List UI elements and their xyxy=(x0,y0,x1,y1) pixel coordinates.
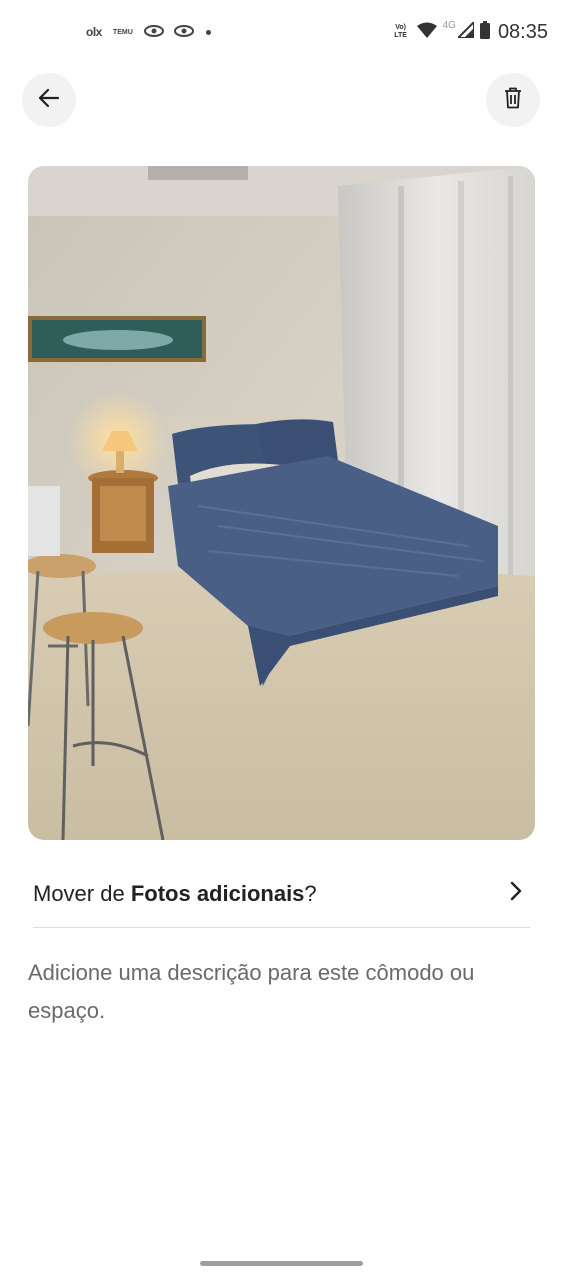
battery-icon xyxy=(479,20,490,44)
room-description-input[interactable]: Adicione uma descrição para este cômodo … xyxy=(28,954,528,1030)
delete-photo-button[interactable] xyxy=(486,73,540,127)
chevron-right-icon xyxy=(506,881,526,901)
eye-notification-icon xyxy=(173,24,194,40)
cell-signal-icon xyxy=(455,19,475,43)
more-notifications-dot-icon xyxy=(205,29,211,35)
eye-notification-icon xyxy=(143,24,164,40)
photo-category-name: Fotos adicionais xyxy=(130,880,305,906)
notification-icons: olx TEMU xyxy=(86,20,211,44)
status-bar: olx TEMU Vo) LTE 4G 08:35 xyxy=(0,0,562,64)
olx-notification-icon: olx xyxy=(86,25,102,39)
clock: 08:35 xyxy=(497,20,548,43)
system-indicators: Vo) LTE 4G 08:35 xyxy=(391,18,548,46)
trash-icon xyxy=(503,87,523,114)
network-type-label: 4G xyxy=(442,20,456,31)
room-photo xyxy=(28,166,535,840)
temu-notification-icon: TEMU xyxy=(112,28,133,36)
back-button[interactable] xyxy=(22,73,76,127)
arrow-left-icon xyxy=(38,87,60,114)
wifi-icon xyxy=(416,22,437,43)
move-category-text: Mover de Fotos adicionais? xyxy=(33,880,317,906)
home-indicator[interactable] xyxy=(200,1261,363,1266)
move-photo-category-row[interactable]: Mover de Fotos adicionais? xyxy=(33,860,530,928)
volte-icon: Vo) LTE xyxy=(394,24,407,39)
